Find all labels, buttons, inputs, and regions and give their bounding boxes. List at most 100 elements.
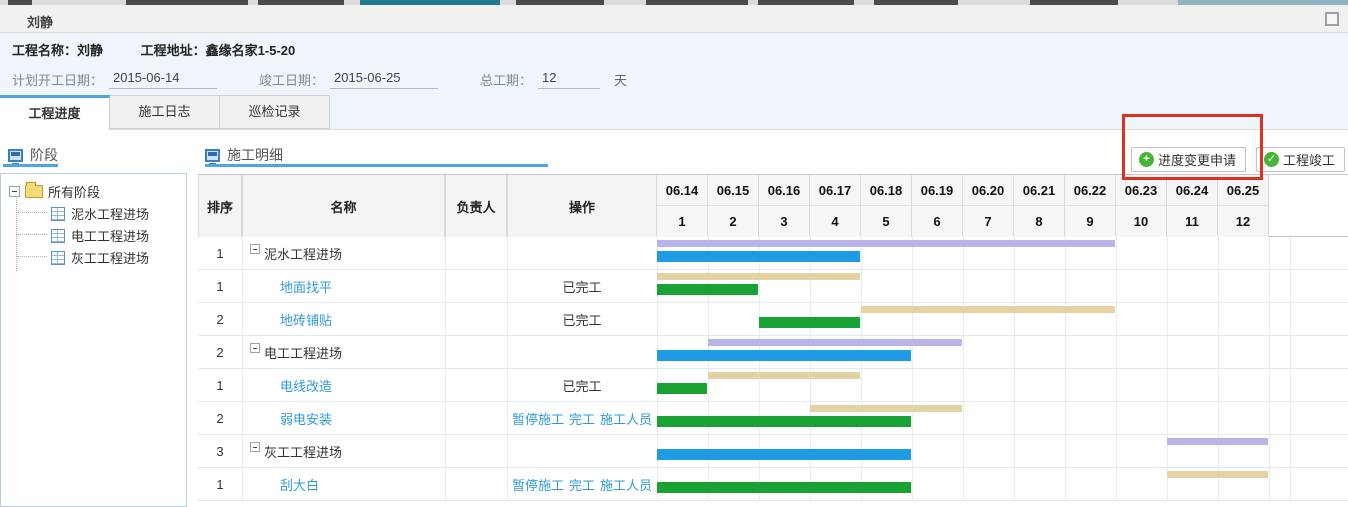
row-operation-cell: 已完工: [507, 303, 657, 335]
plan-start-date-field[interactable]: 2015-06-14: [109, 70, 217, 89]
collapse-icon[interactable]: [9, 186, 20, 197]
stages-header-underline: [3, 164, 58, 167]
operation-link[interactable]: 暂停施工: [512, 409, 564, 428]
row-order: 2: [198, 336, 242, 368]
gantt-bar-tan: [861, 306, 1115, 313]
col-operation-header: 操作: [507, 175, 657, 237]
operation-link[interactable]: 施工人员: [600, 409, 652, 428]
task-name-link[interactable]: 刮大白: [280, 475, 319, 494]
gantt-daynum-header: 3: [759, 206, 810, 237]
row-name-cell: 刮大白: [242, 468, 445, 500]
group-name: 灰工工程进场: [264, 442, 342, 461]
gantt-daynum-header: 6: [912, 206, 963, 237]
task-name-link[interactable]: 电线改造: [280, 376, 332, 395]
window-title: 刘静: [27, 12, 53, 31]
gantt-daynum-header: 11: [1167, 206, 1218, 237]
project-address-value: 鑫缘名家1-5-20: [206, 43, 296, 58]
operation-link[interactable]: 完工: [569, 409, 595, 428]
table-body: 1泥水工程进场1地面找平已完工2地砖铺贴已完工2电工工程进场1电线改造已完工2弱…: [198, 237, 1348, 501]
gantt-date-header: 06.22: [1065, 175, 1116, 206]
gantt-daynum-header: 7: [963, 206, 1014, 237]
stage-table-icon: [51, 207, 65, 221]
table-row: 3 灰工工程进场: [198, 435, 1348, 468]
gantt-daynum-header: 12: [1218, 206, 1269, 237]
table-row: 1 地面找平 已完工: [198, 270, 1348, 303]
tab-construction-log[interactable]: 施工日志: [110, 95, 220, 129]
row-name-cell: 泥水工程进场: [242, 237, 445, 269]
task-name-link[interactable]: 弱电安装: [280, 409, 332, 428]
gantt-bar-tan: [708, 372, 860, 379]
gantt-bar-green: [657, 284, 758, 295]
gantt-daynum-header: 8: [1014, 206, 1065, 237]
gantt-date-header: 06.24: [1167, 175, 1218, 206]
row-operation-cell: 暂停施工完工施工人员: [507, 468, 657, 500]
gantt-date-header: 06.16: [759, 175, 810, 206]
row-operation-cell: 暂停施工完工施工人员: [507, 402, 657, 434]
operation-status: 已完工: [562, 310, 601, 329]
tree-connector: [17, 234, 47, 235]
project-completion-button[interactable]: ✓工程竣工: [1256, 147, 1345, 172]
gantt-bar-green: [657, 383, 707, 394]
plus-icon: +: [1139, 152, 1154, 167]
row-name-cell: 电工工程进场: [242, 336, 445, 368]
table-row: 1刮大白暂停施工完工施工人员: [198, 468, 1348, 501]
row-name-cell: 地面找平: [242, 270, 445, 302]
operation-link[interactable]: 施工人员: [600, 475, 652, 494]
row-order: 1: [198, 270, 242, 302]
app-window: 刘静 工程名称：刘静 工程地址：鑫缘名家1-5-20 计划开工日期： 2015-…: [0, 0, 1348, 507]
row-operation-cell: [507, 237, 657, 269]
row-name-cell: 地砖铺贴: [242, 303, 445, 335]
row-order: 2: [198, 402, 242, 434]
progress-change-request-button[interactable]: +进度变更申请: [1131, 147, 1246, 172]
gantt-daynum-header: 1: [657, 206, 708, 237]
tree-node-stage[interactable]: 灰工工程进场: [51, 248, 149, 267]
tabbar-baseline: [0, 129, 1348, 130]
collapse-icon[interactable]: [250, 343, 260, 353]
gantt-bar-tan: [657, 273, 860, 280]
collapse-icon[interactable]: [250, 244, 260, 254]
construction-detail-table: 排序名称负责人操作06.14106.15206.16306.17406.1850…: [198, 174, 1348, 507]
restore-window-icon[interactable]: [1325, 12, 1339, 26]
table-row: 2 弱电安装 暂停施工完工施工人员: [198, 402, 1348, 435]
row-name-cell: 灰工工程进场: [242, 435, 445, 467]
gantt-date-header: 06.20: [963, 175, 1014, 206]
row-operation-cell: [507, 435, 657, 467]
finish-date-field[interactable]: 2015-06-25: [330, 70, 438, 89]
total-duration-field[interactable]: 12: [538, 70, 600, 89]
gantt-date-header: 06.25: [1218, 175, 1269, 206]
tree-connector: [17, 256, 47, 257]
gantt-bar-purple: [708, 339, 962, 346]
table-row: 2 地砖铺贴 已完工: [198, 303, 1348, 336]
gantt-daynum-header: 5: [861, 206, 912, 237]
operation-status: 已完工: [562, 277, 601, 296]
gantt-bar-tan: [1167, 471, 1268, 478]
operation-link[interactable]: 完工: [569, 475, 595, 494]
gantt-bar-blue: [657, 350, 911, 361]
stages-panel-title: 阶段: [30, 145, 58, 165]
table-row: 2 电工工程进场: [198, 336, 1348, 369]
gantt-bar-purple: [657, 240, 1115, 247]
row-order: 3: [198, 435, 242, 467]
operation-link[interactable]: 暂停施工: [512, 475, 564, 494]
table-row: 1泥水工程进场: [198, 237, 1348, 270]
plan-start-date-label: 计划开工日期：: [12, 70, 103, 89]
tree-node-stage[interactable]: 泥水工程进场: [51, 204, 149, 223]
tree-node-stage[interactable]: 电工工程进场: [51, 226, 149, 245]
row-order: 2: [198, 303, 242, 335]
project-address-label: 工程地址：: [141, 43, 206, 58]
gantt-bar-blue: [657, 251, 860, 262]
gantt-date-header: 06.17: [810, 175, 861, 206]
gantt-date-header: 06.19: [912, 175, 963, 206]
tab-project-progress[interactable]: 工程进度: [0, 95, 110, 130]
collapse-icon[interactable]: [250, 442, 260, 452]
stages-tree-panel: 所有阶段 泥水工程进场电工工程进场灰工工程进场: [0, 173, 187, 507]
duration-unit-label: 天: [614, 70, 627, 89]
group-name: 电工工程进场: [264, 343, 342, 362]
gantt-date-header: 06.18: [861, 175, 912, 206]
tree-node-all-stages[interactable]: 所有阶段: [9, 182, 100, 201]
task-name-link[interactable]: 地砖铺贴: [280, 310, 332, 329]
task-name-link[interactable]: 地面找平: [280, 277, 332, 296]
tab-inspection-record[interactable]: 巡检记录: [220, 95, 330, 129]
total-duration-label: 总工期：: [480, 70, 532, 89]
row-order: 1: [198, 237, 242, 269]
